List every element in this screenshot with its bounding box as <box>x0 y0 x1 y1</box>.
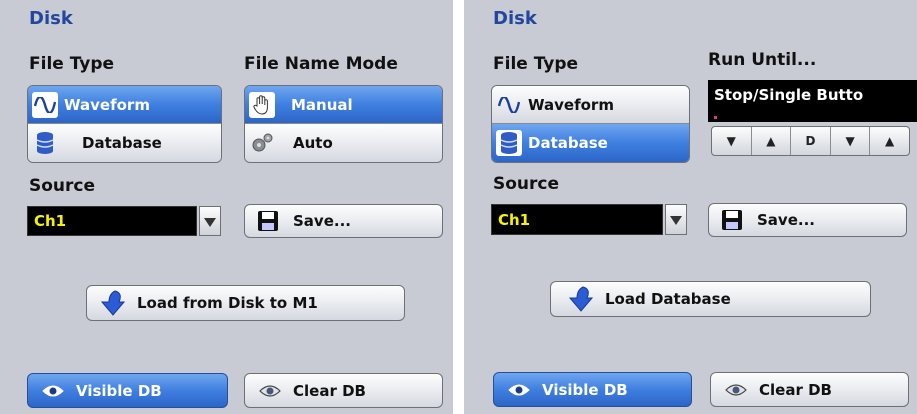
source-value: Ch1 <box>34 212 67 230</box>
panel-title: Disk <box>493 8 537 29</box>
run-until-value: Stop/Single Butto <box>714 86 864 104</box>
save-button[interactable]: Save... <box>244 204 443 238</box>
panel-title: Disk <box>29 8 73 29</box>
floppy-disk-icon <box>257 210 279 232</box>
chevron-down-icon <box>204 212 216 231</box>
disk-panel-left: Disk File Type File Name Mode Waveform D… <box>0 0 453 414</box>
run-until-stepper: ▼ ▲ D ▼ ▲ <box>711 126 910 156</box>
step-label: D <box>805 134 816 148</box>
gears-icon <box>249 130 275 156</box>
run-until-marker <box>714 116 717 119</box>
download-arrow-icon <box>569 286 593 312</box>
save-button-label: Save... <box>293 212 351 230</box>
download-arrow-icon <box>101 290 125 316</box>
load-from-disk-button-label: Load from Disk to M1 <box>137 294 318 312</box>
source-value: Ch1 <box>498 210 531 229</box>
source-select[interactable]: Ch1 <box>27 206 197 236</box>
clear-db-button-label: Clear DB <box>293 381 366 400</box>
file-type-option-label: Waveform <box>528 95 614 114</box>
disk-panel-right: Disk File Type Run Until... Waveform Dat… <box>464 0 917 414</box>
file-type-option-label: Database <box>82 134 162 152</box>
clear-db-button[interactable]: Clear DB <box>244 373 443 408</box>
run-until-label: Run Until... <box>708 50 817 70</box>
file-type-selector: Waveform Database <box>27 85 222 163</box>
load-database-button[interactable]: Load Database <box>550 281 871 317</box>
file-type-selector: Waveform Database <box>491 85 690 163</box>
file-name-mode-label: File Name Mode <box>244 54 398 74</box>
source-label: Source <box>493 174 560 194</box>
step-up-fast-button[interactable]: ▲ <box>870 127 909 155</box>
file-type-option-label: Waveform <box>64 95 150 114</box>
file-type-option-database[interactable]: Database <box>28 124 221 162</box>
clear-db-button-label: Clear DB <box>759 380 832 399</box>
step-up-button[interactable]: ▲ <box>752 127 792 155</box>
load-database-button-label: Load Database <box>605 290 731 308</box>
eye-icon <box>259 383 281 399</box>
eye-icon <box>725 382 747 398</box>
step-default-button[interactable]: D <box>791 127 831 155</box>
source-label: Source <box>29 176 96 196</box>
run-until-value-field[interactable]: Stop/Single Butto <box>708 80 917 122</box>
step-label: ▼ <box>845 134 855 148</box>
clear-db-button[interactable]: Clear DB <box>710 372 909 407</box>
visible-db-button[interactable]: Visible DB <box>493 372 692 407</box>
save-button[interactable]: Save... <box>708 203 907 237</box>
source-select[interactable]: Ch1 <box>491 204 663 235</box>
file-type-option-label: Database <box>528 134 608 152</box>
file-name-mode-option-label: Manual <box>291 95 353 114</box>
sine-wave-icon <box>32 91 58 118</box>
source-dropdown-button[interactable] <box>665 204 687 235</box>
visible-db-button[interactable]: Visible DB <box>27 373 228 408</box>
file-type-label: File Type <box>493 54 579 74</box>
file-name-mode-option-label: Auto <box>293 134 333 152</box>
source-dropdown-button[interactable] <box>199 206 221 236</box>
step-down-fast-button[interactable]: ▼ <box>712 127 752 155</box>
chevron-down-icon <box>670 210 682 229</box>
step-label: ▲ <box>885 134 895 148</box>
floppy-disk-icon <box>721 209 743 231</box>
save-button-label: Save... <box>757 211 815 229</box>
file-type-label: File Type <box>29 54 115 74</box>
file-name-mode-option-auto[interactable]: Auto <box>245 124 442 162</box>
file-type-option-waveform[interactable]: Waveform <box>492 86 689 124</box>
hand-icon <box>249 91 275 118</box>
sine-wave-icon <box>496 92 522 118</box>
file-type-option-database[interactable]: Database <box>492 124 689 162</box>
file-type-option-waveform[interactable]: Waveform <box>28 86 221 124</box>
file-name-mode-option-manual[interactable]: Manual <box>245 86 442 124</box>
database-icon <box>32 130 58 156</box>
database-icon <box>496 130 522 156</box>
step-label: ▲ <box>766 134 776 148</box>
eye-icon <box>42 384 64 398</box>
visible-db-button-label: Visible DB <box>76 381 162 400</box>
eye-icon <box>508 383 530 397</box>
step-down-button[interactable]: ▼ <box>831 127 871 155</box>
load-from-disk-button[interactable]: Load from Disk to M1 <box>86 285 405 321</box>
step-label: ▼ <box>726 134 736 148</box>
visible-db-button-label: Visible DB <box>542 380 628 399</box>
file-name-mode-selector: Manual Auto <box>244 85 443 163</box>
